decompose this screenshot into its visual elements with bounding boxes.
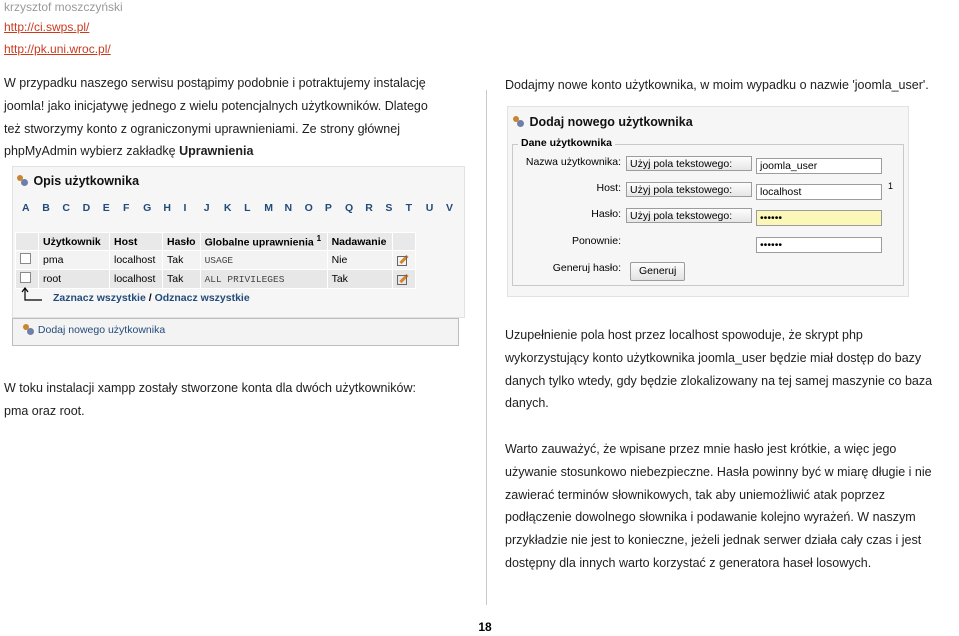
cell-host: localhost	[109, 250, 163, 270]
generate-password-button[interactable]: Generuj	[630, 262, 686, 281]
edit-privileges-icon[interactable]	[396, 272, 409, 285]
host-label: Host:	[596, 182, 621, 194]
letter-link[interactable]: B	[42, 202, 62, 214]
letter-link[interactable]: F	[123, 202, 143, 214]
author-name: krzysztof moszczyński	[4, 0, 123, 14]
arrow-up-left-icon	[21, 287, 42, 301]
password-label: Hasło:	[591, 208, 621, 220]
row-checkbox[interactable]	[20, 253, 31, 264]
link-swps[interactable]: http://ci.swps.pl/	[4, 20, 89, 34]
letter-link[interactable]: Q	[345, 202, 365, 214]
add-user-form-header: Dodaj nowego użytkownika	[512, 113, 693, 131]
username-input[interactable]: joomla_user	[756, 158, 882, 174]
cell-privileges: USAGE	[199, 250, 328, 270]
table-row: root localhost Tak ALL PRIVILEGES Tak	[15, 269, 416, 289]
letter-link[interactable]: N	[284, 202, 304, 214]
left-intro-paragraph: W przypadku naszego serwisu postąpimy po…	[4, 76, 428, 159]
retype-password-input[interactable]: ••••••	[756, 237, 882, 253]
cell-grant: Tak	[326, 269, 393, 289]
letter-link[interactable]: S	[385, 202, 405, 214]
host-input[interactable]: localhost	[756, 184, 882, 200]
letter-link[interactable]: J	[204, 202, 224, 214]
password-input[interactable]: ••••••	[756, 210, 882, 226]
users-overview-header: Opis użytkownika	[16, 172, 139, 190]
col-user[interactable]: Użytkownik	[38, 232, 110, 251]
user-data-legend: Dane użytkownika	[518, 137, 616, 149]
users-icon	[512, 115, 525, 128]
letter-link[interactable]: H	[163, 202, 183, 214]
username-type-select[interactable]: Użyj pola tekstowego:	[626, 156, 752, 171]
letter-link[interactable]: V	[446, 202, 456, 214]
letter-link[interactable]: O	[305, 202, 325, 214]
letter-link[interactable]: T	[406, 202, 426, 214]
privileges-tab-name: Uprawnienia	[179, 144, 254, 159]
letter-link[interactable]: R	[365, 202, 385, 214]
retype-password-label: Ponownie:	[571, 235, 621, 247]
check-all-links: Zaznacz wszystkie / Odznacz wszystkie	[53, 292, 250, 304]
cell-password: Tak	[162, 269, 201, 289]
password-type-select[interactable]: Użyj pola tekstowego:	[626, 208, 752, 223]
letter-link[interactable]: A	[22, 202, 42, 214]
host-footnote-marker: 1	[888, 181, 894, 191]
users-icon	[16, 174, 29, 187]
letter-link[interactable]: C	[62, 202, 82, 214]
right-host-paragraph: Uzupełnienie pola host przez localhost s…	[505, 328, 933, 411]
users-table-header: Użytkownik Host Hasło Globalne uprawnien…	[15, 232, 416, 251]
column-divider	[486, 90, 487, 605]
col-grant[interactable]: Nadawanie	[326, 232, 393, 251]
letter-link[interactable]: D	[83, 202, 103, 214]
username-label: Nazwa użytkownika:	[525, 156, 621, 168]
letter-link[interactable]: U	[426, 202, 446, 214]
right-password-paragraph: Warto zauważyć, że wpisane przez mnie ha…	[505, 442, 932, 570]
link-pk-uni-wroc[interactable]: http://pk.uni.wroc.pl/	[4, 42, 111, 56]
cell-password: Tak	[162, 250, 201, 270]
letter-link[interactable]: E	[103, 202, 123, 214]
col-password[interactable]: Hasło	[162, 232, 201, 251]
cell-user: root	[38, 269, 110, 289]
letter-link[interactable]: L	[244, 202, 264, 214]
row-checkbox[interactable]	[20, 272, 31, 283]
left-accounts-paragraph: W toku instalacji xampp zostały stworzon…	[4, 381, 416, 418]
table-row: pma localhost Tak USAGE Nie	[15, 250, 416, 270]
host-type-select[interactable]: Użyj pola tekstowego:	[626, 182, 752, 197]
add-user-link[interactable]: Dodaj nowego użytkownika	[22, 324, 165, 336]
add-user-icon	[22, 324, 35, 336]
letter-link[interactable]: P	[325, 202, 345, 214]
check-all-link[interactable]: Zaznacz wszystkie	[53, 292, 146, 304]
page-number: 18	[478, 620, 492, 634]
add-user-form-title: Dodaj nowego użytkownika	[529, 115, 693, 129]
right-intro-paragraph: Dodajmy nowe konto użytkownika, w moim w…	[505, 78, 929, 92]
cell-privileges: ALL PRIVILEGES	[199, 269, 328, 289]
letter-link[interactable]: I	[184, 202, 204, 214]
col-global-privileges[interactable]: Globalne uprawnienia 1	[199, 232, 328, 251]
generate-password-label: Generuj hasło:	[552, 262, 621, 274]
letter-link[interactable]: M	[264, 202, 284, 214]
letter-link[interactable]: G	[143, 202, 163, 214]
letter-link[interactable]: K	[224, 202, 244, 214]
uncheck-all-link[interactable]: Odznacz wszystkie	[155, 292, 250, 304]
col-host[interactable]: Host	[109, 232, 163, 251]
users-overview-title: Opis użytkownika	[33, 174, 140, 188]
edit-privileges-icon[interactable]	[396, 253, 409, 266]
alphabet-filter: ABCDEFGHIJKLMNOPQRSTUV	[22, 202, 456, 214]
cell-user: pma	[38, 250, 110, 270]
users-table: Użytkownik Host Hasło Globalne uprawnien…	[15, 232, 416, 289]
cell-grant: Nie	[326, 250, 393, 270]
cell-host: localhost	[109, 269, 163, 289]
